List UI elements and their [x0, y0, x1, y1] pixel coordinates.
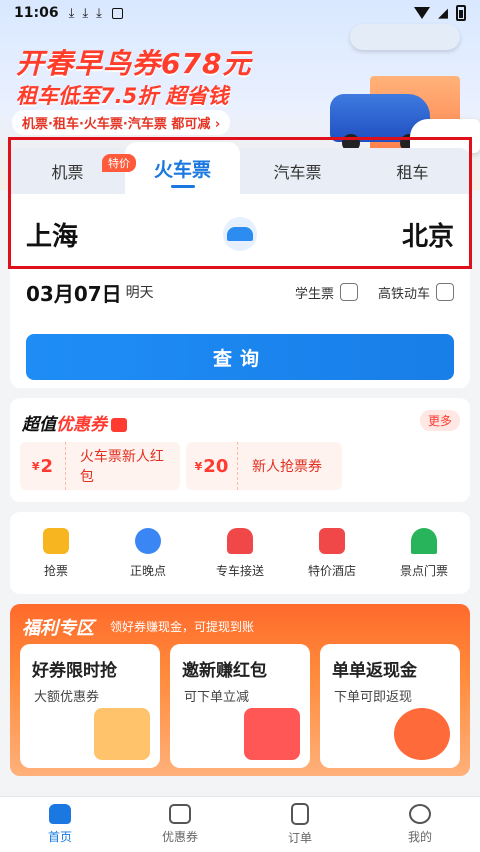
gift-icon — [111, 418, 127, 432]
highspeed-label: 高铁动车 — [377, 286, 430, 302]
highspeed-option[interactable]: 高铁动车 — [378, 283, 454, 302]
app-notification-icon — [111, 7, 123, 19]
tab-train-label: 火车票 — [153, 158, 211, 181]
nav-orders[interactable]: 订单 — [240, 797, 360, 852]
banner-tagline: 机票·租车·火车票·汽车票 都可减 › — [12, 110, 231, 135]
car-icon — [227, 527, 253, 554]
more-coupons-button[interactable]: 更多 — [419, 410, 460, 431]
welfare-card-cashback[interactable]: 单单返现金 下单可即返现 — [320, 644, 460, 768]
departure-day-label: 明天 — [125, 285, 154, 301]
departure-city[interactable]: 上海 — [26, 216, 78, 253]
nav-label: 订单 — [287, 831, 312, 845]
tab-bus-label: 汽车票 — [273, 163, 322, 182]
route-selector: 上海 北京 — [10, 204, 470, 264]
student-ticket-checkbox[interactable] — [339, 283, 358, 301]
tab-bus[interactable]: 汽车票 — [240, 148, 355, 194]
quick-actions: 抢票 正晚点 专车接送 特价酒店 景点门票 — [10, 512, 470, 594]
nav-home[interactable]: 首页 — [0, 797, 120, 852]
ticket-grab-icon — [43, 527, 69, 554]
home-icon — [49, 804, 71, 824]
special-offer-badge: 特价 — [102, 154, 136, 172]
welfare-card-title: 好券限时抢 — [32, 661, 117, 681]
nav-profile[interactable]: 我的 — [360, 797, 480, 852]
quick-action-label: 抢票 — [43, 563, 68, 578]
quick-action-label: 专车接送 — [215, 563, 264, 578]
order-icon — [291, 803, 309, 825]
welfare-card-title: 邀新赚红包 — [182, 661, 267, 681]
banner-subheadline: 租车低至7.5折 超省钱 — [16, 84, 229, 108]
nav-label: 我的 — [407, 830, 432, 844]
train-icon — [227, 227, 253, 241]
banner-headline: 开春早鸟券678元 — [16, 47, 252, 80]
date-row: 03月07日 明天 学生票 高铁动车 — [10, 272, 470, 312]
quick-action-label: 特价酒店 — [307, 563, 356, 578]
tab-flight-label: 机票 — [51, 163, 84, 182]
nav-coupons[interactable]: 优惠券 — [120, 797, 240, 852]
cashback-icon — [394, 708, 450, 760]
arrival-city[interactable]: 北京 — [402, 216, 454, 253]
coupon-label: 新人抢票券 — [252, 459, 322, 475]
quick-action-attractions[interactable]: 景点门票 — [378, 512, 470, 594]
departure-date[interactable]: 03月07日 — [26, 278, 122, 307]
welfare-card-title: 单单返现金 — [332, 661, 417, 681]
signal-icon: ◢ — [438, 5, 448, 21]
status-bar: 11:06 ⤓ ⤓ ⤓ ◢ — [0, 0, 480, 26]
quick-action-label: 景点门票 — [399, 563, 448, 578]
nav-label: 优惠券 — [161, 830, 198, 844]
coupon-icon — [169, 804, 191, 824]
download-icon: ⤓ — [68, 5, 75, 21]
coupon-label: 火车票新人红包 — [79, 449, 164, 485]
quick-action-punctuality[interactable]: 正晚点 — [102, 512, 194, 594]
tab-car-rental[interactable]: 租车 — [355, 148, 470, 194]
download-icon: ⤓ — [96, 5, 102, 21]
coupon-section-title: 超值优惠券 — [22, 410, 127, 435]
wifi-icon — [414, 7, 430, 19]
swap-cities-button[interactable] — [223, 217, 257, 251]
search-button[interactable]: 查询 — [26, 334, 454, 380]
quick-action-transfer[interactable]: 专车接送 — [194, 512, 286, 594]
tab-car-rental-label: 租车 — [396, 163, 429, 182]
welfare-card-subtitle: 大额优惠券 — [34, 690, 100, 705]
welfare-card-subtitle: 下单可即返现 — [334, 690, 413, 705]
status-time: 11:06 — [14, 5, 59, 21]
coupon-ticket-icon — [94, 708, 150, 760]
profile-icon — [409, 804, 431, 824]
nav-label: 首页 — [47, 830, 72, 844]
coupon-item[interactable]: ¥20 新人抢票券 — [186, 442, 342, 490]
coupon-item[interactable]: ¥2 火车票新人红包 — [20, 442, 180, 490]
transport-tabs: 机票 火车票 汽车票 租车 — [10, 142, 470, 194]
quick-action-label: 正晚点 — [129, 563, 166, 578]
welfare-title: 福利专区 — [22, 618, 94, 639]
welfare-subtitle: 领好券赚现金，可提现到账 — [110, 620, 255, 634]
welfare-card-coupon[interactable]: 好券限时抢 大额优惠券 — [20, 644, 160, 768]
coupon-title-prefix: 超值 — [22, 415, 56, 435]
quick-action-hotel[interactable]: 特价酒店 — [286, 512, 378, 594]
student-ticket-option[interactable]: 学生票 — [295, 283, 358, 302]
red-envelope-icon — [244, 708, 300, 760]
coupon-amount: ¥2 — [20, 442, 66, 490]
ticket-search-card: 机票 火车票 汽车票 租车 特价 上海 北京 03月07日 明天 学生票 高铁动 — [10, 142, 470, 388]
ticket-options: 学生票 高铁动车 — [295, 283, 454, 302]
highspeed-checkbox[interactable] — [436, 283, 454, 301]
coupon-title-emphasis: 优惠券 — [56, 415, 107, 435]
hotel-icon — [319, 527, 345, 554]
battery-icon — [456, 5, 466, 21]
welfare-zone: 福利专区 领好券赚现金，可提现到账 好券限时抢 大额优惠券 邀新赚红包 可下单立… — [10, 604, 470, 776]
coupon-amount: ¥20 — [186, 442, 238, 490]
mountain-icon — [411, 527, 437, 554]
plane-icon — [350, 24, 460, 50]
clock-icon — [135, 527, 161, 554]
quick-action-grab-ticket[interactable]: 抢票 — [10, 512, 102, 594]
welfare-card-subtitle: 可下单立减 — [184, 690, 250, 705]
student-ticket-label: 学生票 — [294, 286, 334, 302]
bottom-nav: 首页 优惠券 订单 我的 — [0, 796, 480, 852]
download-icon: ⤓ — [82, 5, 89, 21]
coupon-section: 超值优惠券 更多 ¥2 火车票新人红包 ¥20 新人抢票券 — [10, 398, 470, 502]
welfare-card-invite[interactable]: 邀新赚红包 可下单立减 — [170, 644, 310, 768]
tab-train[interactable]: 火车票 — [125, 142, 240, 194]
active-tab-indicator — [170, 185, 195, 188]
